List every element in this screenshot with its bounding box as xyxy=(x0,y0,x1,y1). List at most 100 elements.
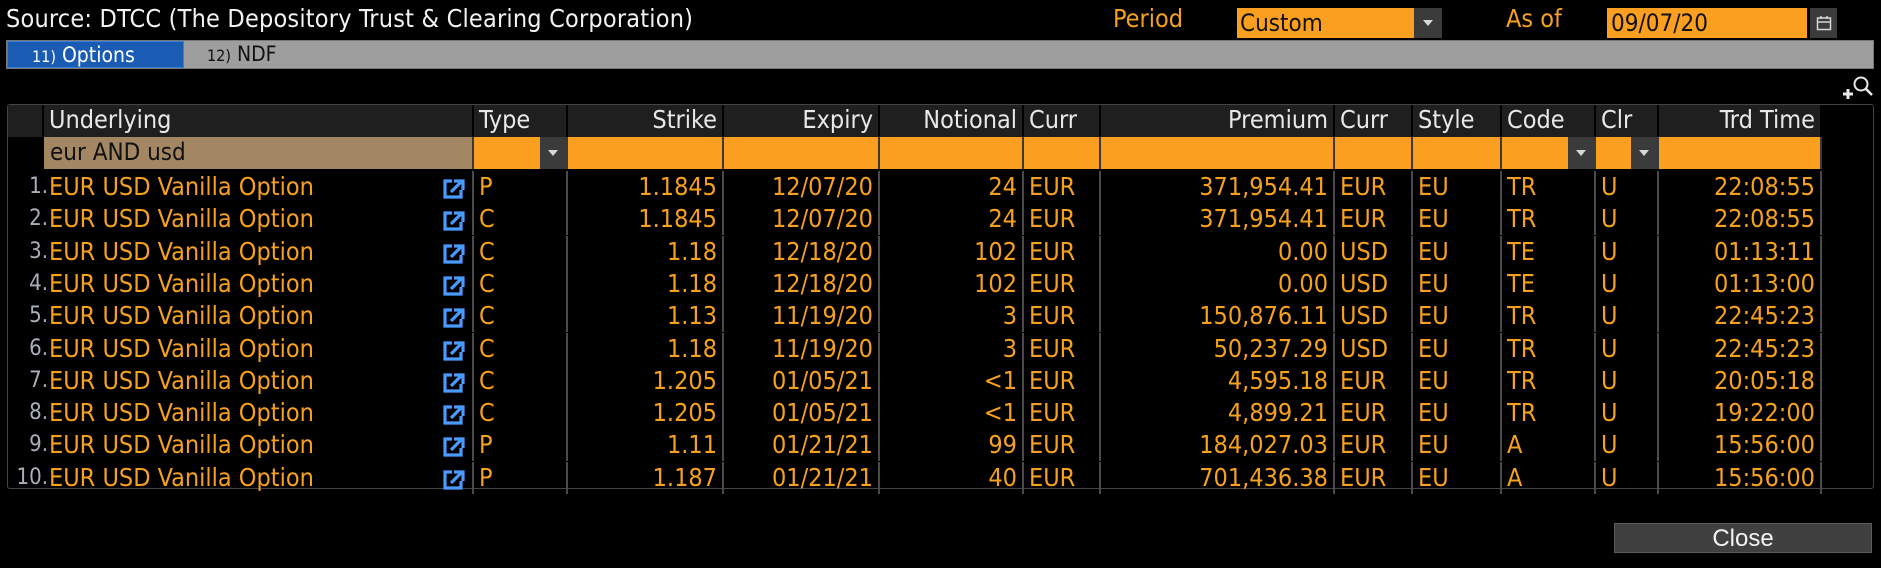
cell-underlying[interactable]: EUR USD Vanilla Option xyxy=(44,364,474,397)
calendar-button[interactable] xyxy=(1810,8,1837,38)
underlying-text[interactable]: EUR USD Vanilla Option xyxy=(49,430,314,459)
column-header-code[interactable]: Code xyxy=(1502,105,1596,137)
filter-underlying[interactable]: eur AND usd xyxy=(44,137,474,169)
cell-premium: 0.00 xyxy=(1101,235,1335,268)
cell-strike: 1.205 xyxy=(568,364,724,397)
underlying-text[interactable]: EUR USD Vanilla Option xyxy=(49,172,314,201)
cell-underlying[interactable]: EUR USD Vanilla Option xyxy=(44,203,474,236)
cell-time: 22:08:55 xyxy=(1659,203,1822,236)
cell-underlying[interactable]: EUR USD Vanilla Option xyxy=(44,397,474,430)
external-link-icon[interactable] xyxy=(442,241,466,264)
asof-date-input[interactable]: 09/07/20 xyxy=(1607,8,1807,38)
column-header-curr[interactable]: Curr xyxy=(1024,105,1101,137)
tab-ndf[interactable]: 12) NDF xyxy=(207,41,277,68)
filter-style[interactable] xyxy=(1413,137,1502,169)
cell-strike: 1.18 xyxy=(568,235,724,268)
cell-underlying[interactable]: EUR USD Vanilla Option xyxy=(44,267,474,300)
cell-curr: EUR xyxy=(1024,461,1101,494)
column-header-prem-curr[interactable]: Curr xyxy=(1335,105,1413,137)
cell-prem-curr: EUR xyxy=(1335,461,1413,494)
cell-prem-curr: EUR xyxy=(1335,171,1413,203)
column-header-strike[interactable]: Strike xyxy=(568,105,724,137)
filter-prem-curr[interactable] xyxy=(1335,137,1413,169)
zoom-button[interactable] xyxy=(1840,74,1876,102)
cell-time: 19:22:00 xyxy=(1659,397,1822,430)
cell-strike: 1.1845 xyxy=(568,203,724,236)
external-link-icon[interactable] xyxy=(442,208,466,231)
cell-code: TE xyxy=(1502,267,1596,300)
cell-underlying[interactable]: EUR USD Vanilla Option xyxy=(44,235,474,268)
filter-premium[interactable] xyxy=(1101,137,1335,169)
cell-premium: 371,954.41 xyxy=(1101,171,1335,203)
cell-prem-curr: USD xyxy=(1335,267,1413,300)
cell-prem-curr: EUR xyxy=(1335,429,1413,462)
cell-expiry: 12/18/20 xyxy=(724,235,880,268)
period-select[interactable]: Custom xyxy=(1237,8,1442,38)
external-link-icon[interactable] xyxy=(442,338,466,361)
underlying-text[interactable]: EUR USD Vanilla Option xyxy=(49,463,314,492)
filter-dropdown-button[interactable] xyxy=(1631,137,1657,169)
filter-notional[interactable] xyxy=(880,137,1024,169)
tab-options[interactable]: 11) Options xyxy=(7,41,184,68)
chevron-down-icon xyxy=(548,150,558,156)
cell-underlying[interactable]: EUR USD Vanilla Option xyxy=(44,429,474,462)
filter-code[interactable] xyxy=(1502,137,1596,169)
underlying-text[interactable]: EUR USD Vanilla Option xyxy=(49,366,314,395)
cell-notional: 40 xyxy=(880,461,1024,494)
external-link-icon[interactable] xyxy=(442,273,466,296)
filter-expiry[interactable] xyxy=(724,137,880,169)
cell-strike: 1.18 xyxy=(568,332,724,365)
column-header-notional[interactable]: Notional xyxy=(880,105,1024,137)
column-header-underlying[interactable]: Underlying xyxy=(44,105,474,137)
column-header-expiry[interactable]: Expiry xyxy=(724,105,880,137)
external-link-icon[interactable] xyxy=(442,176,466,199)
underlying-text[interactable]: EUR USD Vanilla Option xyxy=(49,334,314,363)
cell-underlying[interactable]: EUR USD Vanilla Option xyxy=(44,461,474,494)
cell-clr: U xyxy=(1596,461,1659,494)
filter-dropdown-button[interactable] xyxy=(1568,137,1594,169)
column-header-style[interactable]: Style xyxy=(1413,105,1502,137)
external-link-icon[interactable] xyxy=(442,305,466,328)
column-header-time[interactable]: Trd Time xyxy=(1659,105,1822,137)
cell-underlying[interactable]: EUR USD Vanilla Option xyxy=(44,171,474,203)
filter-time[interactable] xyxy=(1659,137,1822,169)
cell-curr: EUR xyxy=(1024,235,1101,268)
underlying-text[interactable]: EUR USD Vanilla Option xyxy=(49,237,314,266)
tab-number: 12) xyxy=(207,46,231,65)
external-link-icon[interactable] xyxy=(442,402,466,425)
cell-premium: 0.00 xyxy=(1101,267,1335,300)
cell-code: TE xyxy=(1502,235,1596,268)
cell-time: 01:13:00 xyxy=(1659,267,1822,300)
external-link-icon[interactable] xyxy=(442,370,466,393)
filter-type[interactable] xyxy=(474,137,568,169)
cell-premium: 371,954.41 xyxy=(1101,203,1335,236)
row-number: 10. xyxy=(16,464,48,490)
column-header-type[interactable]: Type xyxy=(474,105,568,137)
filter-strike[interactable] xyxy=(568,137,724,169)
cell-underlying[interactable]: EUR USD Vanilla Option xyxy=(44,300,474,333)
cell-time: 20:05:18 xyxy=(1659,364,1822,397)
external-link-icon[interactable] xyxy=(442,467,466,490)
cell-notional: 24 xyxy=(880,203,1024,236)
column-header-clr[interactable]: Clr xyxy=(1596,105,1659,137)
close-button[interactable]: Close xyxy=(1614,523,1872,553)
period-dropdown-button[interactable] xyxy=(1414,8,1442,38)
period-value[interactable]: Custom xyxy=(1237,8,1414,38)
filter-clr[interactable] xyxy=(1596,137,1659,169)
cell-type: P xyxy=(474,171,568,203)
filter-dropdown-button[interactable] xyxy=(540,137,566,169)
underlying-text[interactable]: EUR USD Vanilla Option xyxy=(49,269,314,298)
cell-code: A xyxy=(1502,429,1596,462)
cell-time: 22:45:23 xyxy=(1659,300,1822,333)
external-link-icon[interactable] xyxy=(442,434,466,457)
column-header-premium[interactable]: Premium xyxy=(1101,105,1335,137)
underlying-text[interactable]: EUR USD Vanilla Option xyxy=(49,398,314,427)
filter-curr[interactable] xyxy=(1024,137,1101,169)
underlying-text[interactable]: EUR USD Vanilla Option xyxy=(49,301,314,330)
cell-time: 01:13:11 xyxy=(1659,235,1822,268)
cell-style: EU xyxy=(1413,332,1502,365)
cell-style: EU xyxy=(1413,429,1502,462)
cell-style: EU xyxy=(1413,397,1502,430)
cell-underlying[interactable]: EUR USD Vanilla Option xyxy=(44,332,474,365)
underlying-text[interactable]: EUR USD Vanilla Option xyxy=(49,204,314,233)
